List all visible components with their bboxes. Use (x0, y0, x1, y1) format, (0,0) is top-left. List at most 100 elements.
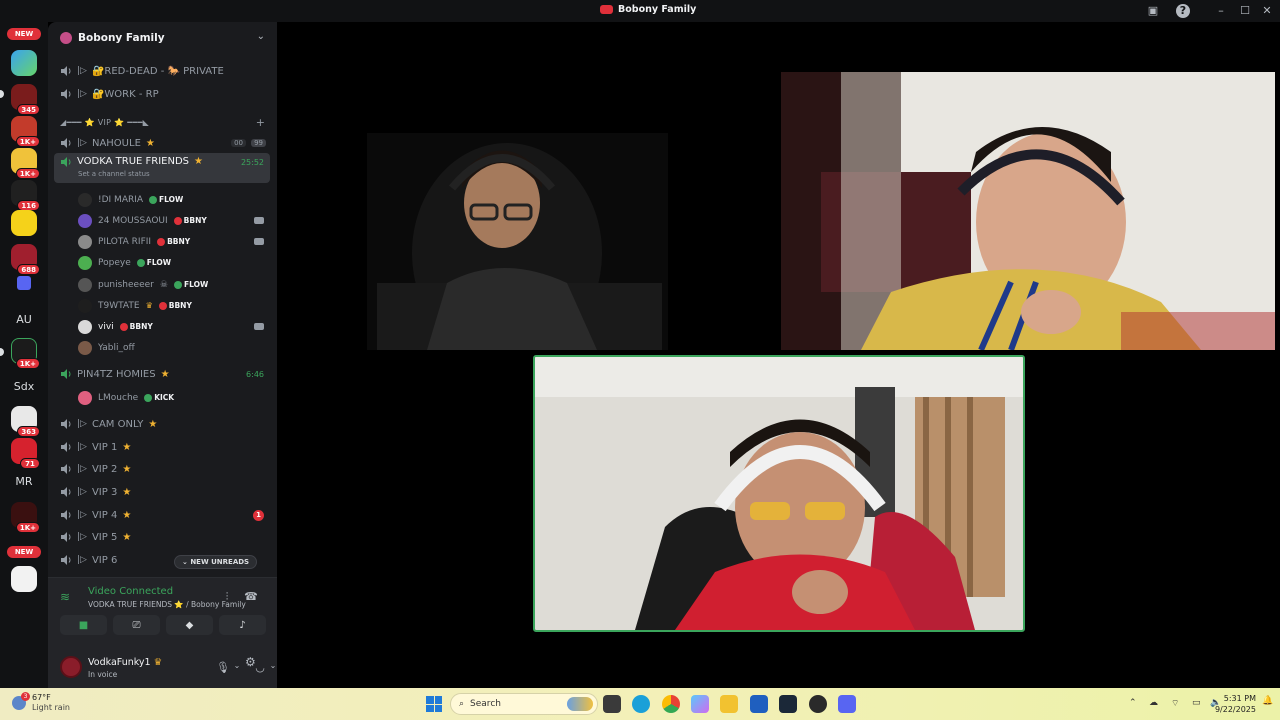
server-icon[interactable]: 1K+ (11, 116, 40, 147)
voice-member[interactable]: LMouche KICK (78, 388, 268, 407)
voice-member[interactable]: Yabli_off (78, 338, 268, 357)
server-icon-a[interactable] (11, 50, 37, 76)
server-icon[interactable]: 345 (11, 84, 40, 115)
voice-member[interactable]: PILOTA RIFII BBNY (78, 232, 268, 251)
close-button[interactable]: ✕ (1260, 4, 1274, 18)
new-badge[interactable]: NEW (7, 28, 41, 40)
avatar (78, 255, 92, 270)
channel-nahoule[interactable]: |▷ NAHOULE ★ 00 99 (54, 133, 270, 153)
discord-icon[interactable] (838, 695, 856, 713)
video-tile[interactable] (781, 72, 1275, 350)
display-icon[interactable]: ▭ (1192, 698, 1201, 708)
screen-share-button[interactable]: ⎚ (113, 615, 160, 635)
voice-status[interactable]: Video Connected (88, 586, 173, 597)
channel-vip-5[interactable]: |▷ VIP 5 ★ (54, 527, 270, 547)
server-mr[interactable]: MR (7, 469, 41, 495)
mention-badge: 345 (17, 104, 40, 115)
server-icon[interactable]: 363 (11, 406, 40, 437)
taskbar-search[interactable]: ⌕ Search (450, 693, 598, 715)
stage-icon: |▷ (77, 66, 87, 76)
server-icon[interactable]: 1K+ (11, 148, 40, 179)
server-au[interactable]: AU (7, 307, 41, 333)
stage-icon: |▷ (77, 442, 87, 452)
chevron-down-icon[interactable]: ⌄ (266, 661, 280, 675)
channel-work-rp[interactable]: |▷ 🔐WORK - RP (54, 84, 270, 104)
voice-member[interactable]: Popeye FLOW (78, 253, 268, 272)
server-sdx[interactable]: Sdx (7, 374, 41, 400)
voice-member[interactable]: T9WTATE ♛ BBNY (78, 296, 268, 315)
notification-bell-icon[interactable]: 🔔 (1262, 696, 1273, 706)
disconnect-icon[interactable]: ☎ (244, 590, 258, 604)
channel-red-dead[interactable]: |▷ 🔐RED-DEAD - 🐎 PRIVATE (54, 61, 270, 81)
server-icon[interactable] (11, 210, 37, 236)
edge-icon[interactable] (632, 695, 650, 713)
channel-vip-4[interactable]: |▷ VIP 4 ★ 1 (54, 505, 270, 525)
copilot-icon[interactable] (691, 695, 709, 713)
voice-member[interactable]: punisheeeer ☠ FLOW (78, 275, 268, 294)
server-icon[interactable]: 1K+ (11, 502, 40, 533)
new-unreads-button[interactable]: ⌄ NEW UNREADS (174, 555, 258, 569)
channel-status[interactable]: Set a channel status (78, 170, 150, 178)
folder-icon[interactable] (17, 276, 31, 290)
video-tile-speaking[interactable] (533, 355, 1025, 632)
server-icon[interactable]: 1K+ (11, 338, 40, 369)
cloud-icon[interactable]: ☁ (1149, 698, 1158, 708)
noise-suppression-icon[interactable]: ⫶ (220, 590, 234, 604)
chevron-down-icon[interactable]: ⌄ (230, 661, 244, 675)
voice-member[interactable]: vivi BBNY (78, 317, 268, 336)
signal-icon[interactable]: ≋ (60, 590, 74, 604)
channel-label: 🔐RED-DEAD - 🐎 PRIVATE (91, 65, 224, 77)
channel-vip-1[interactable]: |▷ VIP 1 ★ (54, 437, 270, 457)
category-vip[interactable]: ◢━━━ ⭐ VIP ⭐ ━━━◣ (60, 118, 149, 127)
settings-icon[interactable]: ⚙ (245, 655, 259, 669)
channel-sidebar: Bobony Family ⌄ |▷ 🔐RED-DEAD - 🐎 PRIVATE… (48, 22, 277, 688)
avatar[interactable] (60, 656, 82, 678)
server-icon[interactable]: 688 (11, 244, 40, 275)
store-icon[interactable] (750, 695, 768, 713)
channel-cam-only[interactable]: |▷ CAM ONLY ★ (54, 414, 270, 434)
member-tag: BBNY (157, 237, 190, 246)
soundboard-button[interactable]: ♪ (219, 615, 266, 635)
start-button[interactable] (426, 696, 442, 712)
username[interactable]: VodkaFunky1 ♛ (88, 657, 162, 668)
star-icon: ★ (145, 137, 155, 149)
server-icon-image (11, 566, 37, 592)
weather-widget[interactable]: 3 67°F Light rain (12, 692, 70, 713)
star-icon: ★ (122, 463, 132, 475)
server-icon[interactable]: 116 (11, 180, 40, 211)
minimize-button[interactable]: – (1214, 4, 1228, 18)
channel-label: VIP 5 (91, 531, 118, 543)
maximize-button[interactable]: ☐ (1238, 4, 1252, 18)
file-explorer-icon[interactable] (720, 695, 738, 713)
tray-chevron-icon[interactable]: ⌃ (1129, 698, 1137, 708)
weather-icon: 3 (12, 692, 30, 710)
voice-member[interactable]: 24 MOUSSAOUI BBNY (78, 211, 268, 230)
server-icon[interactable]: 71 (11, 438, 40, 469)
channel-vip-2[interactable]: |▷ VIP 2 ★ (54, 459, 270, 479)
microphone-icon[interactable]: 🎙 (216, 661, 230, 675)
network-icon[interactable]: ⌔ (1171, 698, 1179, 709)
chrome-icon[interactable] (662, 695, 680, 713)
speaker-icon (61, 487, 71, 497)
channel-pin4tz-homies[interactable]: PIN4TZ HOMIES ★ 6:46 (54, 364, 270, 384)
system-clock[interactable]: 5:31 PM 9/22/2025 (1215, 693, 1256, 715)
channel-vip-3[interactable]: |▷ VIP 3 ★ (54, 482, 270, 502)
guild-header[interactable]: Bobony Family ⌄ (48, 22, 277, 54)
app-icon[interactable] (809, 695, 827, 713)
guild-name: Bobony Family (78, 32, 165, 44)
video-tile[interactable] (367, 133, 668, 350)
add-channel-icon[interactable]: + (256, 116, 265, 129)
inbox-icon[interactable]: ▣ (1146, 4, 1160, 18)
voice-member[interactable]: !DI MARIA FLOW (78, 190, 268, 209)
tag-icon (149, 195, 158, 204)
chevron-down-icon[interactable]: ⌄ (257, 31, 265, 42)
activity-button[interactable]: ◆ (166, 615, 213, 635)
task-view-icon[interactable] (603, 695, 621, 713)
steam-icon[interactable] (779, 695, 797, 713)
new-badge[interactable]: NEW (7, 546, 41, 558)
stage-icon: |▷ (77, 555, 87, 565)
channel-vodka-true-friends[interactable]: VODKA TRUE FRIENDS ★ 25:52 Set a channel… (54, 153, 270, 183)
server-icon[interactable] (11, 566, 37, 592)
camera-button[interactable]: ■ (60, 615, 107, 635)
help-icon[interactable]: ? (1176, 4, 1190, 18)
